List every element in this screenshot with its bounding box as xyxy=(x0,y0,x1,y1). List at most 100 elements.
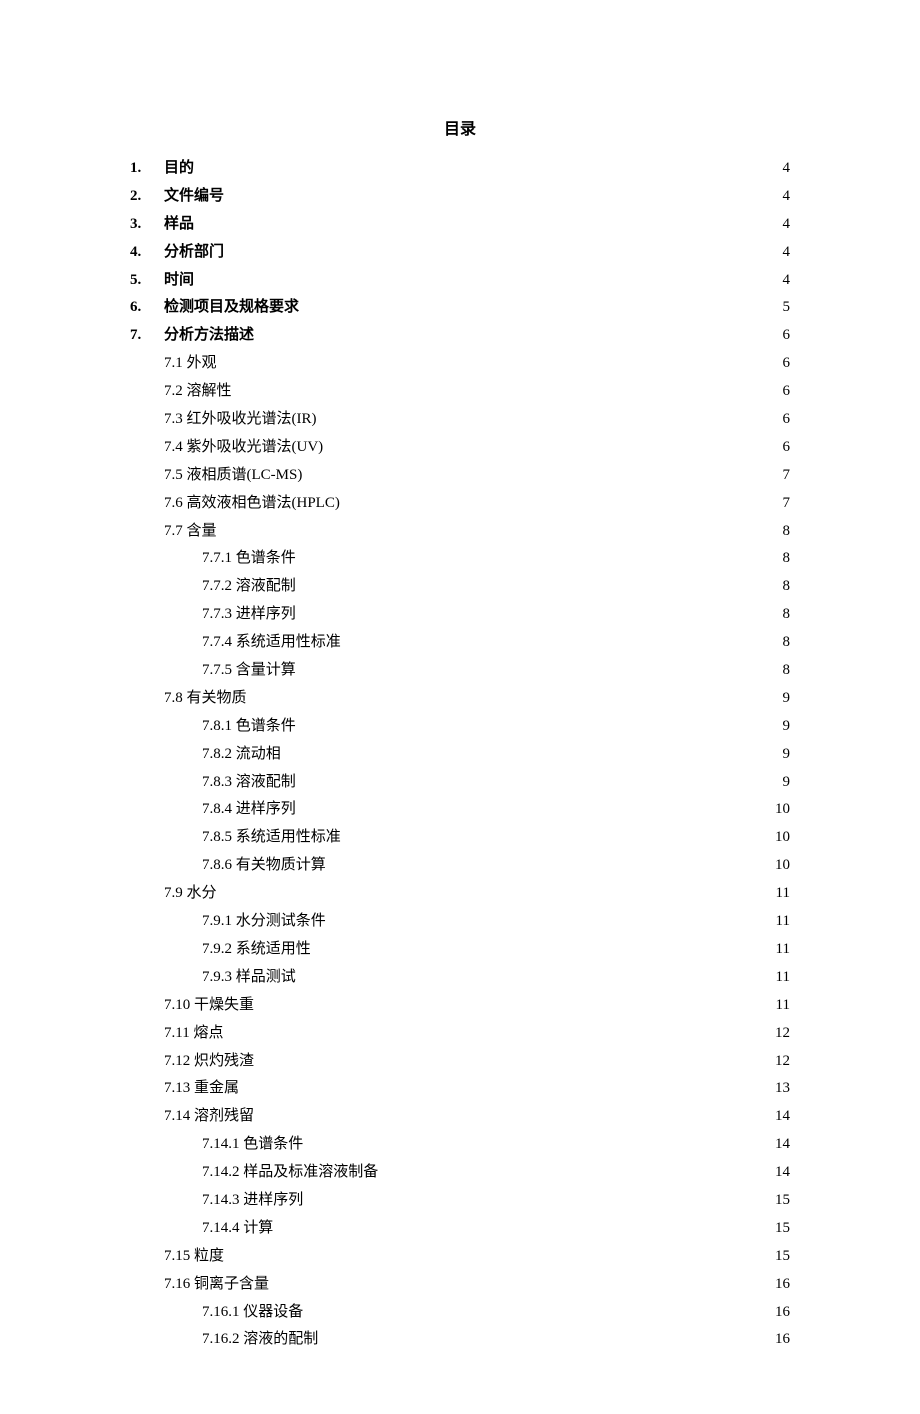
toc-entry: 7.16.1 仪器设备16 xyxy=(130,1299,790,1327)
toc-entry-text: 水分测试条件 xyxy=(236,913,326,929)
toc-entry-number: 6. xyxy=(130,294,164,322)
toc-entry-text: 含量计算 xyxy=(236,662,296,678)
toc-title: 目录 xyxy=(130,115,790,139)
toc-entry-subnumber: 7.9.1 xyxy=(202,913,236,929)
toc-entry: 7.7.5 含量计算8 xyxy=(130,657,790,685)
toc-entry-text: 有关物质计算 xyxy=(236,857,326,873)
toc-entry-subnumber: 7.9.2 xyxy=(202,941,236,957)
toc-entry-label: 7.8.4 进样序列 xyxy=(164,796,760,824)
toc-entry: 7.14.2 样品及标准溶液制备 14 xyxy=(130,1159,790,1187)
toc-entry-subnumber: 7.10 xyxy=(164,997,194,1013)
toc-entry-text: 含量 xyxy=(187,523,217,539)
toc-entry-page: 11 xyxy=(760,936,790,964)
toc-entry-page: 6 xyxy=(760,434,790,462)
toc-entry-page: 9 xyxy=(760,685,790,713)
toc-entry-subnumber: 7.9.3 xyxy=(202,969,236,985)
toc-entry-page: 14 xyxy=(760,1103,790,1131)
toc-entry-subnumber: 7.6 xyxy=(164,495,187,511)
toc-entry: 7.8.3 溶液配制 9 xyxy=(130,769,790,797)
toc-entry-label: 7.7.4 系统适用性标准 xyxy=(164,629,760,657)
toc-entry-label: 7.7.2 溶液配制 xyxy=(164,573,760,601)
toc-entry: 7.8.2 流动相9 xyxy=(130,741,790,769)
toc-entry-label: 7.13 重金属 xyxy=(164,1075,760,1103)
toc-entry-subnumber: 7.7.2 xyxy=(202,578,236,594)
toc-entry-text: 系统适用性 xyxy=(236,941,311,957)
toc-entry-page: 8 xyxy=(760,657,790,685)
toc-entry: 7.6 高效液相色谱法(HPLC)7 xyxy=(130,490,790,518)
toc-entry-text: 高效液相色谱法(HPLC) xyxy=(187,495,340,511)
toc-entry-text: 粒度 xyxy=(194,1248,224,1264)
toc-entry-page: 14 xyxy=(760,1159,790,1187)
toc-entry-text: 液相质谱(LC-MS) xyxy=(187,467,303,483)
toc-entry-label: 7.9.1 水分测试条件 xyxy=(164,908,760,936)
toc-entry-text: 仪器设备 xyxy=(243,1304,303,1320)
toc-entry-subnumber: 7.8.4 xyxy=(202,801,236,817)
toc-entry-subnumber: 7.13 xyxy=(164,1080,194,1096)
toc-entry: 7.5 液相质谱(LC-MS)7 xyxy=(130,462,790,490)
toc-entry-text: 溶液的配制 xyxy=(243,1331,318,1347)
toc-entry-subnumber: 7.8.2 xyxy=(202,746,236,762)
table-of-contents: 1.目的42.文件编号43.样品44.分析部门45.时间46.检测项目及规格要求… xyxy=(130,155,790,1354)
toc-entry-label: 样品 xyxy=(164,211,760,239)
toc-entry-page: 7 xyxy=(760,490,790,518)
toc-entry-text: 红外吸收光谱法(IR) xyxy=(187,411,317,427)
toc-entry-label: 7.16 铜离子含量 xyxy=(164,1271,760,1299)
toc-entry-page: 12 xyxy=(760,1020,790,1048)
toc-entry-label: 7.3 红外吸收光谱法(IR) xyxy=(164,406,760,434)
toc-entry-text: 进样序列 xyxy=(243,1192,303,1208)
toc-entry: 7.9.2 系统适用性11 xyxy=(130,936,790,964)
toc-entry-text: 干燥失重 xyxy=(194,997,254,1013)
toc-entry: 7.15 粒度15 xyxy=(130,1243,790,1271)
toc-entry-page: 5 xyxy=(760,294,790,322)
toc-entry-label: 7.16.1 仪器设备 xyxy=(164,1299,760,1327)
toc-entry-label: 7.8.6 有关物质计算 xyxy=(164,852,760,880)
toc-entry: 7.13 重金属13 xyxy=(130,1075,790,1103)
toc-entry: 7.12 炽灼残渣12 xyxy=(130,1048,790,1076)
toc-entry-page: 10 xyxy=(760,796,790,824)
toc-entry-page: 9 xyxy=(760,769,790,797)
toc-entry-page: 8 xyxy=(760,601,790,629)
toc-entry: 7.14.4 计算15 xyxy=(130,1215,790,1243)
toc-entry-label: 7.14.4 计算 xyxy=(164,1215,760,1243)
toc-entry: 7.14 溶剂残留14 xyxy=(130,1103,790,1131)
toc-entry-text: 流动相 xyxy=(236,746,281,762)
toc-entry-text: 溶液配制 xyxy=(236,774,296,790)
toc-entry-label: 7.12 炽灼残渣 xyxy=(164,1048,760,1076)
toc-entry-page: 4 xyxy=(760,239,790,267)
toc-entry-page: 6 xyxy=(760,406,790,434)
toc-entry-page: 13 xyxy=(760,1075,790,1103)
toc-entry: 4.分析部门4 xyxy=(130,239,790,267)
toc-entry: 7.8.5 系统适用性标准10 xyxy=(130,824,790,852)
toc-entry: 7.8.6 有关物质计算10 xyxy=(130,852,790,880)
toc-entry-text: 色谱条件 xyxy=(236,550,296,566)
toc-entry-label: 分析方法描述 xyxy=(164,322,760,350)
toc-entry-label: 7.9.3 样品测试 xyxy=(164,964,760,992)
toc-entry-text: 样品测试 xyxy=(236,969,296,985)
toc-entry-subnumber: 7.2 xyxy=(164,383,187,399)
toc-entry-label: 7.9.2 系统适用性 xyxy=(164,936,760,964)
toc-entry-label: 7.8.1 色谱条件 xyxy=(164,713,760,741)
toc-entry-label: 7.6 高效液相色谱法(HPLC) xyxy=(164,490,760,518)
toc-entry-text: 样品及标准溶液制备 xyxy=(243,1164,378,1180)
toc-entry-subnumber: 7.14.4 xyxy=(202,1220,243,1236)
toc-entry-label: 目的 xyxy=(164,155,760,183)
document-page: 目录 1.目的42.文件编号43.样品44.分析部门45.时间46.检测项目及规… xyxy=(0,0,920,1414)
toc-entry-page: 9 xyxy=(760,741,790,769)
toc-entry-label: 7.4 紫外吸收光谱法(UV) xyxy=(164,434,760,462)
toc-entry-subnumber: 7.8.3 xyxy=(202,774,236,790)
toc-entry-label: 7.8 有关物质 xyxy=(164,685,760,713)
toc-entry-page: 15 xyxy=(760,1215,790,1243)
toc-entry-label: 7.7.5 含量计算 xyxy=(164,657,760,685)
toc-entry-text: 外观 xyxy=(187,355,217,371)
toc-entry-label: 7.8.2 流动相 xyxy=(164,741,760,769)
toc-entry-subnumber: 7.16.2 xyxy=(202,1331,243,1347)
toc-entry-subnumber: 7.1 xyxy=(164,355,187,371)
toc-entry-page: 6 xyxy=(760,350,790,378)
toc-entry-label: 7.5 液相质谱(LC-MS) xyxy=(164,462,760,490)
toc-entry-subnumber: 7.7 xyxy=(164,523,187,539)
toc-entry-text: 色谱条件 xyxy=(236,718,296,734)
toc-entry-subnumber: 7.14.2 xyxy=(202,1164,243,1180)
toc-entry: 7.1 外观 6 xyxy=(130,350,790,378)
toc-entry-label: 7.14 溶剂残留 xyxy=(164,1103,760,1131)
toc-entry-page: 11 xyxy=(760,992,790,1020)
